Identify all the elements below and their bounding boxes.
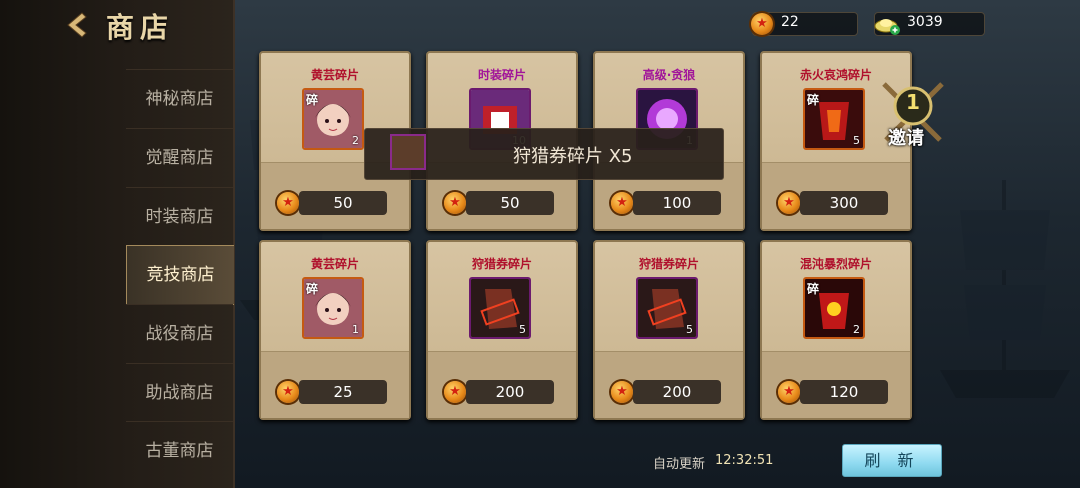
item-icon-frame: 碎 2 [302, 88, 364, 150]
coin-icon [778, 192, 800, 214]
tab-mystery-shop[interactable]: 神秘商店 [126, 69, 233, 128]
item-count: 5 [519, 323, 526, 336]
item-count: 2 [352, 134, 359, 147]
refresh-countdown: 12:32:51 [715, 453, 774, 468]
silver-balance: 3039 [874, 12, 985, 36]
coin-icon [277, 381, 299, 403]
coin-icon [444, 381, 466, 403]
item-price: 25 [299, 380, 387, 404]
coin-icon [444, 192, 466, 214]
tab-arena-shop[interactable]: 竞技商店 [126, 245, 234, 305]
silver-ingot-plus-icon[interactable] [873, 13, 903, 35]
item-count: 5 [686, 323, 693, 336]
item-price: 300 [800, 191, 888, 215]
tab-assist-shop[interactable]: 助战商店 [126, 363, 233, 422]
coin-icon [611, 381, 633, 403]
shop-item-card-5[interactable]: 黄芸碎片 碎 1 25 [259, 240, 411, 420]
item-name: 时装碎片 [477, 68, 526, 82]
invite-count: 1 [906, 90, 920, 114]
tab-awaken-shop[interactable]: 觉醒商店 [126, 128, 233, 187]
item-icon-frame: 5 [636, 277, 698, 339]
item-price: 120 [800, 380, 888, 404]
item-price: 50 [466, 191, 554, 215]
item-price: 100 [633, 191, 721, 215]
item-tooltip: 狩猎券碎片 X5 [364, 128, 724, 180]
shop-item-card-7[interactable]: 狩猎券碎片 5 200 [593, 240, 745, 420]
tab-fashion-shop[interactable]: 时装商店 [126, 187, 233, 246]
fragment-badge: 碎 [306, 282, 319, 296]
fragment-badge: 碎 [807, 282, 820, 296]
hunt-ticket-icon [390, 134, 426, 170]
tab-campaign-shop[interactable]: 战役商店 [126, 304, 233, 363]
back-chevron-icon[interactable] [62, 10, 96, 40]
item-name: 混沌暴烈碎片 [799, 257, 872, 271]
item-icon-frame: 5 [469, 277, 531, 339]
refresh-button[interactable]: 刷 新 [842, 444, 942, 477]
coin-icon [751, 13, 773, 35]
item-price: 50 [299, 191, 387, 215]
item-name: 狩猎券碎片 [638, 257, 699, 271]
item-icon-frame: 碎 5 [803, 88, 865, 150]
silver-count: 3039 [907, 14, 943, 30]
arena-coin-balance: 22 [751, 12, 858, 36]
item-count: 1 [352, 323, 359, 336]
item-name: 黄芸碎片 [310, 257, 359, 271]
shop-item-card-6[interactable]: 狩猎券碎片 5 200 [426, 240, 578, 420]
item-name: 狩猎券碎片 [471, 257, 532, 271]
coin-icon [611, 192, 633, 214]
item-name: 高级·贪狼 [642, 68, 696, 82]
fragment-badge: 碎 [807, 93, 820, 107]
coin-icon [277, 192, 299, 214]
item-name: 黄芸碎片 [310, 68, 359, 82]
invite-button[interactable]: 1 邀请 [878, 76, 948, 152]
item-icon-frame: 碎 1 [302, 277, 364, 339]
item-price: 200 [633, 380, 721, 404]
coin-count: 22 [781, 14, 799, 30]
tab-antique-shop[interactable]: 古董商店 [126, 421, 233, 480]
auto-refresh-label: 自动更新 [653, 457, 706, 472]
invite-label: 邀请 [888, 128, 924, 149]
tooltip-text: 狩猎券碎片 X5 [513, 146, 633, 167]
item-price: 200 [466, 380, 554, 404]
coin-icon [778, 381, 800, 403]
shop-item-card-8[interactable]: 混沌暴烈碎片 碎 2 120 [760, 240, 912, 420]
item-count: 5 [853, 134, 860, 147]
item-count: 2 [853, 323, 860, 336]
fragment-badge: 碎 [306, 93, 319, 107]
item-icon-frame: 碎 2 [803, 277, 865, 339]
page-title: 商店 [106, 11, 175, 44]
ship-background-right [940, 180, 1070, 398]
